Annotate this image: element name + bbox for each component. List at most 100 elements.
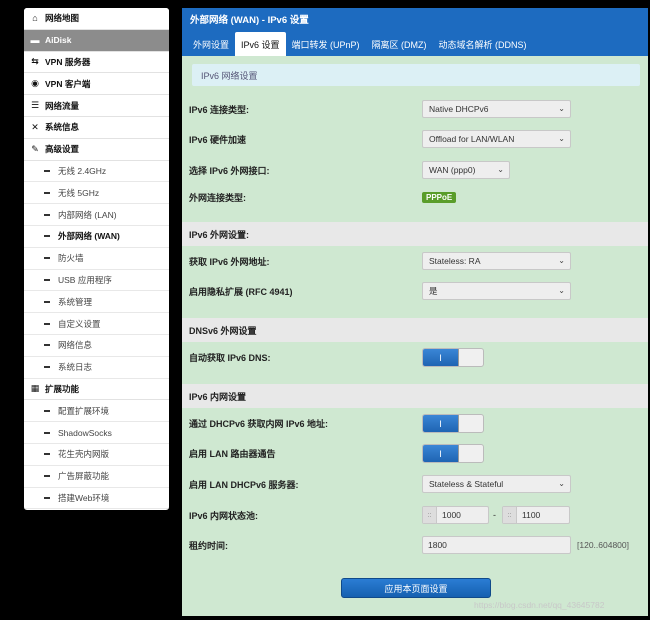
sidebar-subitem-22[interactable]: 搭建Web环境 (24, 488, 169, 510)
wan-if-label: 选择 IPv6 外网接口: (189, 165, 270, 176)
row-pool: IPv6 内网状态池: :: 1000 - :: 1100 (182, 506, 648, 524)
sidebar-subitem-13[interactable]: 系统管理 (24, 291, 169, 314)
wan-if-select[interactable]: WAN (ppp0) ⌄ (422, 161, 510, 179)
sidebar-item-label: VPN 服务器 (45, 56, 91, 67)
dash-icon (44, 235, 50, 238)
sidebar-item-0[interactable]: ⌂ 网络地图 (24, 8, 169, 30)
dash-icon (44, 409, 50, 412)
row-lan-dhcp: 启用 LAN DHCPv6 服务器: Stateless & Stateful … (182, 475, 648, 493)
shuffle-icon: ✕ (31, 121, 39, 132)
tab-2[interactable]: 端口转发 (UPnP) (286, 32, 366, 56)
privacy-select[interactable]: 是 ⌄ (422, 282, 571, 300)
pool-start-value: 1000 (442, 510, 461, 520)
hw-accel-select[interactable]: Offload for LAN/WLAN ⌄ (422, 130, 571, 148)
sidebar-subitem-14[interactable]: 自定义设置 (24, 313, 169, 335)
conn-type-label: IPv6 连接类型: (189, 104, 250, 115)
pool-start-input[interactable]: :: 1000 (422, 506, 489, 524)
sidebar-item-1[interactable]: ▬ AiDisk (24, 29, 169, 52)
sidebar-item-6[interactable]: ✎ 高级设置 (24, 138, 169, 161)
lan-dhcp-select[interactable]: Stateless & Stateful ⌄ (422, 475, 571, 493)
dash-icon (44, 453, 50, 456)
pool-end-input[interactable]: :: 1100 (502, 506, 570, 524)
tab-4[interactable]: 动态域名解析 (DDNS) (433, 32, 533, 56)
sidebar-subitem-10[interactable]: 外部网络 (WAN) (24, 226, 169, 248)
sidebar-subitem-11[interactable]: 防火墙 (24, 248, 169, 270)
sidebar-subitem-19[interactable]: ShadowSocks (24, 422, 169, 444)
sidebar-item-label: 内部网络 (LAN) (58, 209, 117, 220)
sidebar-item-label: 配置扩展环境 (58, 405, 110, 416)
dash-icon (44, 322, 50, 325)
apply-button[interactable]: 应用本页面设置 (341, 578, 491, 598)
sidebar-item-17[interactable]: ▦ 扩展功能 (24, 378, 169, 401)
dash-icon (44, 213, 50, 216)
sidebar-subitem-16[interactable]: 系统日志 (24, 357, 169, 379)
sidebar-item-label: ShadowSocks (58, 427, 112, 438)
lease-hint: [120..604800] (577, 540, 629, 550)
sidebar-item-label: 系统管理 (58, 296, 93, 307)
main-panel: 外部网络 (WAN) - IPv6 设置 外网设置 IPv6 设置 端口转发 (UP… (182, 8, 648, 616)
row-conn-type: IPv6 连接类型: Native DHCPv6 ⌄ (182, 100, 648, 118)
sidebar-item-label: VPN 客户端 (45, 78, 91, 89)
sidebar-item-4[interactable]: ☰ 网络流量 (24, 95, 169, 117)
sidebar-item-label: 网络地图 (45, 13, 80, 24)
sidebar-item-3[interactable]: ◉ VPN 客户端 (24, 73, 169, 96)
lan-ra-toggle[interactable]: I (422, 444, 484, 463)
pool-label: IPv6 内网状态池: (189, 510, 259, 521)
hw-accel-value: Offload for LAN/WLAN (429, 134, 515, 144)
conn-type-value: Native DHCPv6 (429, 104, 489, 114)
dash-icon (44, 257, 50, 260)
sidebar-item-label: 系统日志 (58, 362, 93, 373)
row-dhcp-addr: 通过 DHCPv6 获取内网 IPv6 地址: I (182, 414, 648, 433)
sidebar-subitem-15[interactable]: 网络信息 (24, 335, 169, 357)
auto-dns-toggle[interactable]: I (422, 348, 484, 367)
tab-3[interactable]: 隔离区 (DMZ) (366, 32, 433, 56)
dash-icon (44, 366, 50, 369)
wrench-icon: ✎ (31, 143, 39, 154)
sidebar-item-label: 花生壳内网版 (58, 449, 110, 460)
row-ext-type: 外网连接类型: PPPoE (182, 190, 648, 204)
sidebar-subitem-20[interactable]: 花生壳内网版 (24, 444, 169, 466)
lease-input[interactable]: 1800 (422, 536, 571, 554)
sidebar-item-label: 网络信息 (58, 340, 93, 351)
sidebar-subitem-21[interactable]: 广告屏蔽功能 (24, 466, 169, 488)
toggle-on-knob: I (423, 349, 459, 366)
sidebar-item-label: 无线 2.4GHz (58, 165, 107, 176)
row-lease: 租约时间: 1800 [120..604800] (182, 536, 648, 554)
sidebar-subitem-18[interactable]: 配置扩展环境 (24, 400, 169, 423)
sidebar-subitem-7[interactable]: 无线 2.4GHz (24, 161, 169, 183)
dash-icon (44, 475, 50, 478)
vpn-server-icon: ⇆ (31, 56, 39, 67)
row-lan-ra: 启用 LAN 路由器通告 I (182, 444, 648, 463)
dash-icon (44, 278, 50, 281)
pool-start-prefix: :: (423, 507, 437, 523)
sidebar-item-2[interactable]: ⇆ VPN 服务器 (24, 51, 169, 74)
get-addr-value: Stateless: RA (429, 256, 481, 266)
lan-dhcp-label: 启用 LAN DHCPv6 服务器: (189, 479, 299, 490)
hw-accel-label: IPv6 硬件加速 (189, 134, 247, 145)
conn-type-select[interactable]: Native DHCPv6 ⌄ (422, 100, 571, 118)
get-addr-select[interactable]: Stateless: RA ⌄ (422, 252, 571, 270)
sidebar-subitem-9[interactable]: 内部网络 (LAN) (24, 204, 169, 226)
sidebar-item-label: AiDisk (45, 35, 72, 46)
pppoe-badge: PPPoE (422, 191, 457, 203)
dash-icon (44, 300, 50, 303)
dash-icon (44, 496, 50, 499)
dhcp-addr-toggle[interactable]: I (422, 414, 484, 433)
chevron-down-icon: ⌄ (558, 104, 565, 113)
sidebar-subitem-12[interactable]: USB 应用程序 (24, 270, 169, 292)
sidebar-item-label: 防火墙 (58, 253, 84, 264)
tab-0[interactable]: 外网设置 (187, 32, 235, 56)
row-get-addr: 获取 IPv6 外网地址: Stateless: RA ⌄ (182, 252, 648, 270)
toggle-on-knob: I (423, 415, 459, 432)
dhcp-addr-label: 通过 DHCPv6 获取内网 IPv6 地址: (189, 419, 329, 429)
sidebar: ⌂ 网络地图 ▬ AiDisk ⇆ VPN 服务器 ◉ VPN 客户端 ☰ 网络流量 ✕ 系统信息 ✎ 高… (24, 8, 169, 510)
dash-icon (44, 431, 50, 434)
dash-icon (44, 169, 50, 172)
sidebar-item-label: 搭建Web环境 (58, 492, 110, 503)
sidebar-subitem-8[interactable]: 无线 5GHz (24, 182, 169, 205)
sidebar-item-5[interactable]: ✕ 系统信息 (24, 116, 169, 139)
tab-1[interactable]: IPv6 设置 (235, 32, 286, 56)
wan-if-value: WAN (ppp0) (429, 165, 476, 175)
list-icon: ☰ (30, 100, 40, 111)
page-title: 外部网络 (WAN) - IPv6 设置 (182, 8, 648, 30)
